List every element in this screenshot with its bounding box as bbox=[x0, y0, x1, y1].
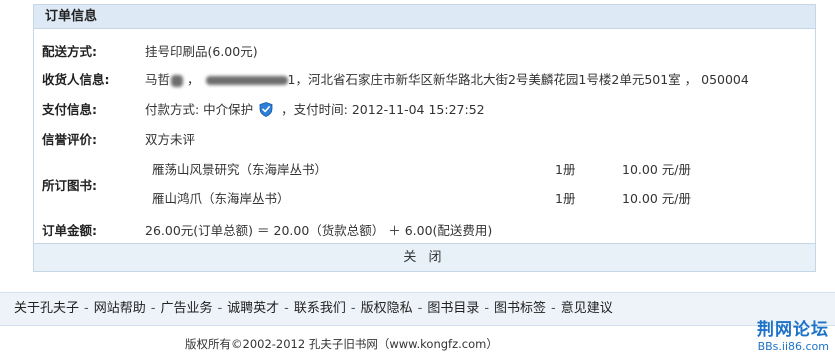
payment-value: 付款方式: 中介保护 ，支付时间: 2012-11-04 15:27:52 bbox=[145, 99, 485, 118]
watermark-url: BBs.ii86.com bbox=[757, 340, 829, 353]
recipient-value: 马哲 ， 1，河北省石家庄市新华区新华路北大街2号美麟花园1号楼2单元501室 … bbox=[145, 69, 749, 88]
close-button[interactable]: 关 闭 bbox=[34, 243, 815, 271]
book-item: 雁荡山风景研究（东海岸丛书） 1册 10.00 元/册 bbox=[152, 159, 807, 177]
shield-icon bbox=[259, 102, 273, 117]
book-price: 10.00 元/册 bbox=[622, 191, 691, 206]
footer-sep: - bbox=[417, 301, 423, 316]
books-label: 所订图书: bbox=[42, 178, 97, 193]
rating-label: 信誉评价: bbox=[42, 132, 97, 147]
payment-time: ，支付时间: 2012-11-04 15:27:52 bbox=[281, 102, 485, 117]
footer-link-feedback[interactable]: 意见建议 bbox=[561, 301, 613, 316]
footer-link-jobs[interactable]: 诚聘英才 bbox=[227, 301, 279, 316]
footer-sep: - bbox=[484, 301, 490, 316]
redacted-phone-mark bbox=[205, 76, 288, 85]
book-qty: 1册 bbox=[555, 162, 576, 177]
footer-sep: - bbox=[150, 301, 156, 316]
recipient-label: 收货人信息: bbox=[42, 72, 110, 87]
book-item: 雁山鸿爪（东海岸丛书） 1册 10.00 元/册 bbox=[152, 188, 807, 206]
payment-label: 支付信息: bbox=[42, 102, 97, 117]
book-title[interactable]: 雁荡山风景研究（东海岸丛书） bbox=[152, 159, 327, 178]
payment-method: 付款方式: 中介保护 bbox=[145, 102, 254, 117]
footer-link-contact[interactable]: 联系我们 bbox=[294, 301, 346, 316]
forum-watermark: 荆网论坛 BBs.ii86.com bbox=[757, 320, 829, 353]
order-info-panel: 订单信息 配送方式: 挂号印刷品(6.00元) 收货人信息: 马哲 ， 1，河北… bbox=[33, 4, 816, 272]
redacted-name-mark bbox=[171, 74, 184, 87]
shipping-value: 挂号印刷品(6.00元) bbox=[145, 44, 258, 59]
recipient-name: 马哲 bbox=[145, 72, 171, 87]
rating-value: 双方未评 bbox=[145, 132, 196, 147]
footer-sep: - bbox=[217, 301, 223, 316]
footer-link-tags[interactable]: 图书标签 bbox=[494, 301, 546, 316]
footer-link-about[interactable]: 关于孔夫子 bbox=[14, 301, 79, 316]
book-qty: 1册 bbox=[555, 191, 576, 206]
footer-sep: - bbox=[551, 301, 556, 316]
book-title[interactable]: 雁山鸿爪（东海岸丛书） bbox=[152, 188, 290, 207]
footer-link-ads[interactable]: 广告业务 bbox=[160, 301, 212, 316]
copyright-text: 版权所有©2002-2012 孔夫子旧书网（www.kongfz.com） bbox=[185, 337, 498, 351]
footer-link-catalog[interactable]: 图书目录 bbox=[427, 301, 479, 316]
book-price: 10.00 元/册 bbox=[622, 162, 691, 177]
total-value: 26.00元(订单总额) ＝ 20.00（货款总额） ＋ 6.00(配送费用) bbox=[145, 223, 493, 238]
recipient-sep: ， bbox=[187, 72, 200, 87]
footer-nav: 关于孔夫子 - 网站帮助 - 广告业务 - 诚聘英才 - 联系我们 - 版权隐私 - 图书目录 - 图书标签… bbox=[0, 292, 835, 326]
footer-sep: - bbox=[84, 301, 89, 316]
panel-title: 订单信息 bbox=[34, 5, 815, 29]
books-row: 所订图书: 雁荡山风景研究（东海岸丛书） 1册 10.00 元/册 雁山鸿爪（东… bbox=[42, 155, 807, 207]
footer-link-help[interactable]: 网站帮助 bbox=[94, 301, 146, 316]
recipient-address: ，河北省石家庄市新华区新华路北大街2号美麟花园1号楼2单元501室 ， 0500… bbox=[295, 72, 749, 87]
footer-sep: - bbox=[350, 301, 356, 316]
footer-sep: - bbox=[284, 301, 289, 316]
shipping-label: 配送方式: bbox=[42, 44, 97, 59]
footer-link-privacy[interactable]: 版权隐私 bbox=[361, 301, 413, 316]
total-label: 订单金额: bbox=[42, 223, 97, 238]
watermark-name: 荆网论坛 bbox=[757, 320, 829, 340]
